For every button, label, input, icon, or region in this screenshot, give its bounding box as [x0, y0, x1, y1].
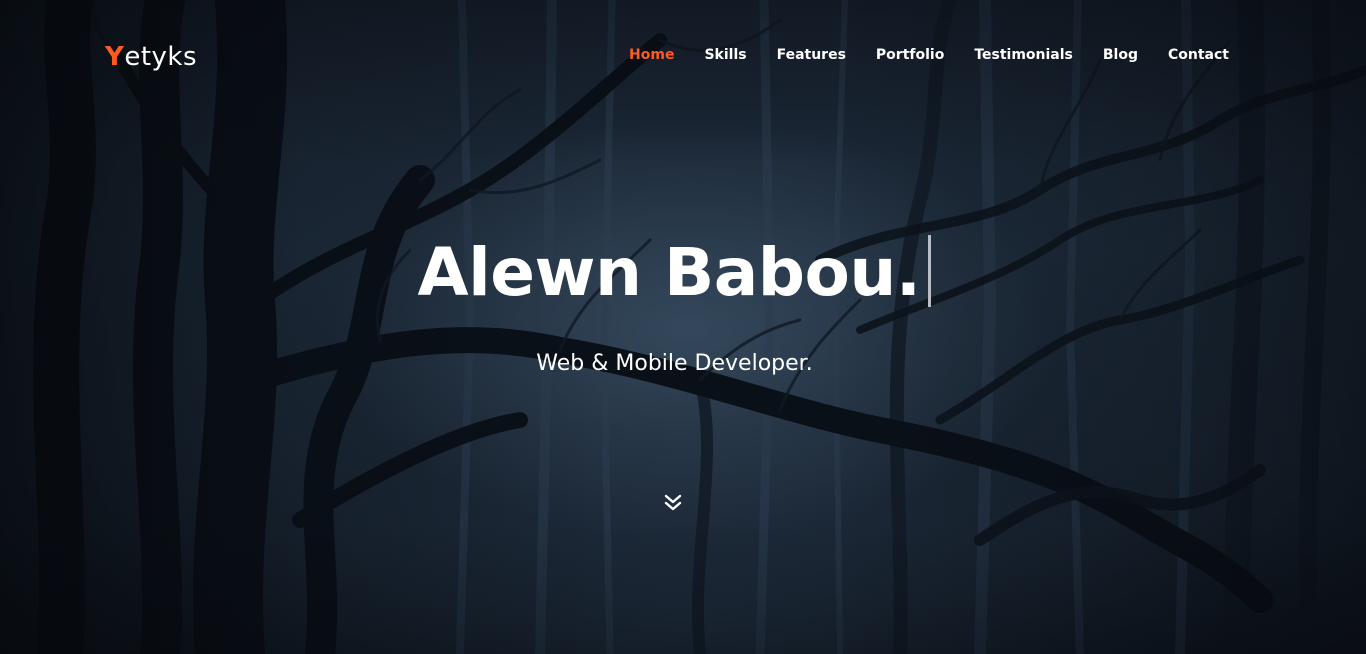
- brand-logo[interactable]: Yetyks: [105, 40, 197, 74]
- page: Yetyks Home Skills Features Portfolio Te…: [0, 0, 1366, 654]
- hero-subtitle: Web & Mobile Developer.: [536, 351, 813, 376]
- double-chevron-down-icon[interactable]: [663, 492, 683, 514]
- nav-item-portfolio[interactable]: Portfolio: [861, 44, 959, 66]
- main-navigation: Home Skills Features Portfolio Testimoni…: [614, 44, 1229, 66]
- nav-item-features[interactable]: Features: [762, 44, 861, 66]
- brand-logo-text: etyks: [124, 42, 198, 72]
- hero-title: Alewn Babou.: [417, 234, 921, 311]
- nav-item-blog[interactable]: Blog: [1088, 44, 1153, 66]
- nav-item-skills[interactable]: Skills: [689, 44, 761, 66]
- nav-item-contact[interactable]: Contact: [1153, 44, 1229, 66]
- nav-item-home[interactable]: Home: [614, 44, 689, 66]
- site-header: Yetyks Home Skills Features Portfolio Te…: [0, 0, 1366, 110]
- typing-cursor: [928, 235, 932, 307]
- hero-title-wrapper: Alewn Babou.: [0, 230, 1349, 316]
- nav-item-testimonials[interactable]: Testimonials: [959, 44, 1088, 66]
- brand-logo-initial: Y: [105, 42, 125, 72]
